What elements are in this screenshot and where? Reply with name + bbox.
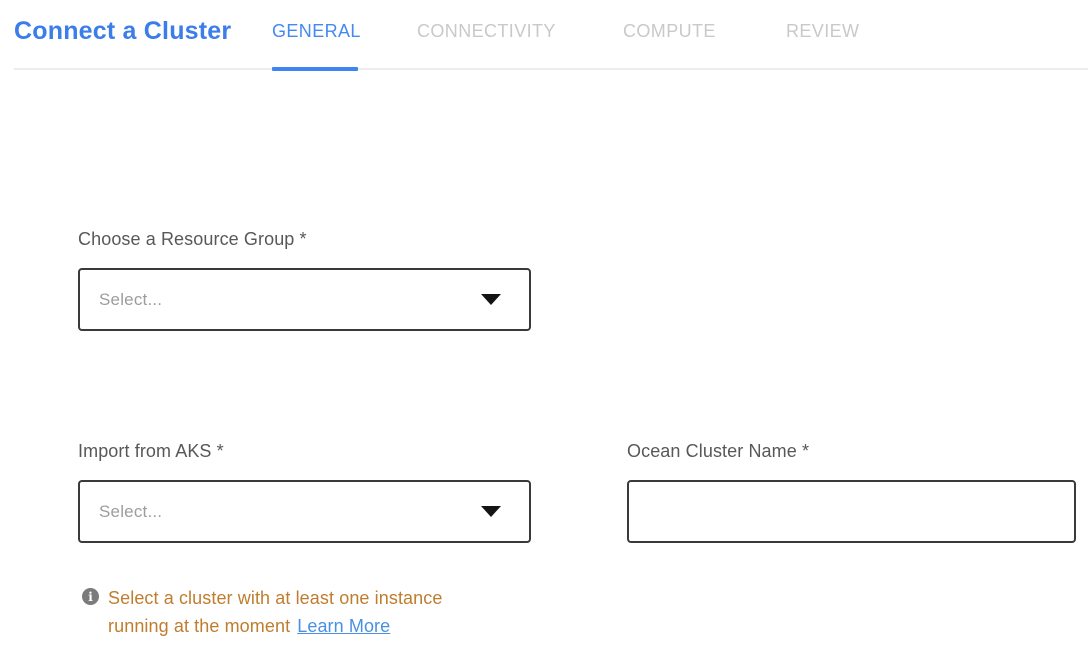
info-icon: i [82,588,99,605]
tab-review[interactable]: REVIEW [786,21,859,42]
resource-group-select-value: Select... [99,290,481,310]
import-aks-label: Import from AKS * [78,441,224,462]
tab-general[interactable]: GENERAL [272,21,361,42]
tab-connectivity[interactable]: CONNECTIVITY [417,21,556,42]
note-text: Select a cluster with at least one insta… [108,588,442,636]
tab-compute[interactable]: COMPUTE [623,21,716,42]
ocean-cluster-name-label: Ocean Cluster Name * [627,441,809,462]
header-divider [14,68,1088,70]
note-text-block: Select a cluster with at least one insta… [108,584,474,640]
chevron-down-icon [481,506,501,517]
import-aks-select-value: Select... [99,502,481,522]
chevron-down-icon [481,294,501,305]
learn-more-link[interactable]: Learn More [297,616,390,636]
resource-group-select[interactable]: Select... [78,268,531,331]
cluster-requirement-note: i Select a cluster with at least one ins… [80,584,480,640]
wizard-header: Connect a Cluster GENERAL CONNECTIVITY C… [0,0,1088,70]
resource-group-label: Choose a Resource Group * [78,229,307,250]
active-tab-underline [272,67,358,71]
import-aks-select[interactable]: Select... [78,480,531,543]
page-title: Connect a Cluster [14,17,231,46]
ocean-cluster-name-input[interactable] [627,480,1076,543]
